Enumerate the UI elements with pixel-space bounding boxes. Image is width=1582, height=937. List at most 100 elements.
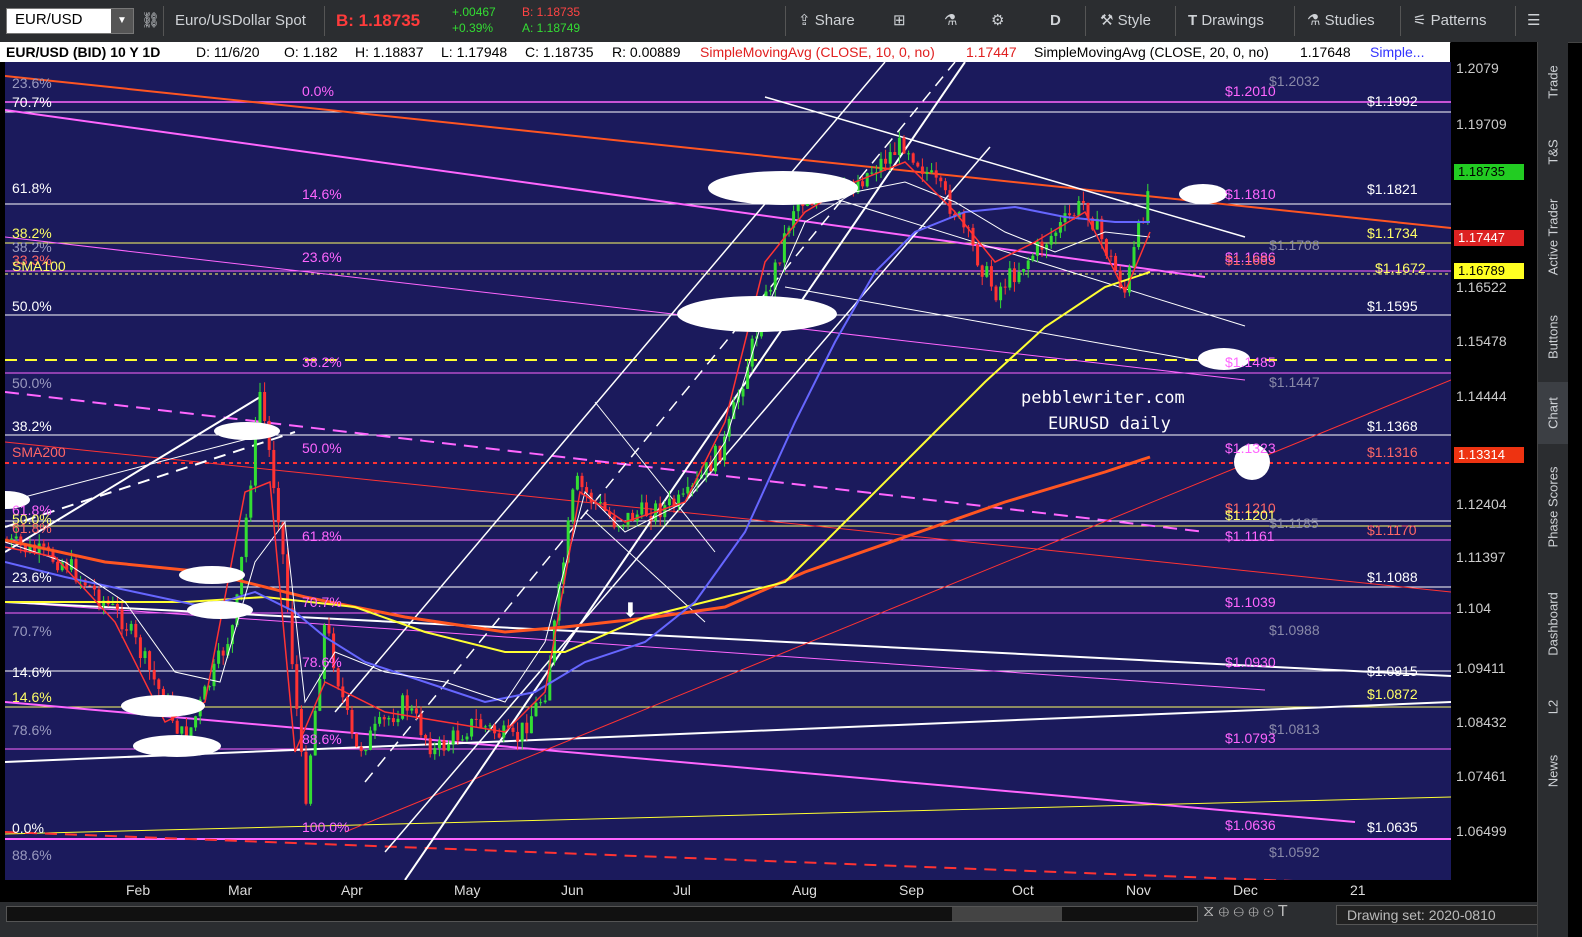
price-tick-label: 1.12404 — [1456, 496, 1507, 512]
change-value: +.00467 — [452, 5, 496, 19]
candle-body — [1100, 218, 1104, 240]
chevron-down-icon[interactable]: ▼ — [111, 9, 133, 33]
sidebar-tab-news[interactable]: News — [1538, 735, 1568, 807]
gear-icon[interactable]: ⚙ — [991, 9, 1004, 33]
sidebar-tab-buttons[interactable]: Buttons — [1538, 292, 1568, 382]
horizontal-scrollbar[interactable] — [6, 906, 1198, 922]
sma10-value: 1.17447 — [966, 44, 1017, 60]
candle-body — [888, 152, 892, 164]
price-chart[interactable]: ⬇ 23.6% 70.7% 61.8% 38.2% 38.2% 33.3% SMA100 50… — [5, 62, 1451, 880]
scrollbar-thumb[interactable] — [952, 907, 1062, 921]
highlight-ellipse[interactable] — [214, 422, 280, 440]
channel-line[interactable] — [764, 96, 1246, 238]
candle-body — [925, 172, 929, 174]
price-level-label: $1.1595 — [1367, 298, 1418, 314]
candle-body — [428, 738, 432, 755]
fib-label: 14.6% — [12, 689, 52, 705]
arrow-down-icon[interactable]: ⬇ — [622, 600, 639, 622]
sidebar-tab-phase-scores[interactable]: Phase Scores — [1538, 444, 1568, 569]
style-icon: ⚒ — [1100, 12, 1118, 29]
share-button[interactable]: ⇪ Share — [798, 9, 855, 33]
candle-body — [125, 629, 129, 631]
link-icon[interactable]: ⛓ — [141, 9, 160, 33]
candle-body — [433, 748, 437, 755]
candle-body — [405, 695, 409, 711]
candle-body — [276, 488, 280, 523]
grid-icon[interactable]: ⊞ — [893, 9, 906, 33]
flask-icon[interactable]: ⚗ — [944, 9, 957, 33]
candle-body — [769, 289, 773, 292]
sidebar-tab-label: Active Trader — [1545, 198, 1561, 276]
highlight-ellipse[interactable] — [677, 296, 837, 332]
candle-body — [520, 722, 524, 742]
fib-label: SMA100 — [12, 258, 66, 274]
channel-line[interactable] — [5, 109, 1206, 278]
candle-body — [382, 717, 386, 720]
candle-body — [437, 740, 441, 749]
chart-info-bar: EUR/USD (BID) 10 Y 1D D: 11/6/20 O: 1.18… — [0, 42, 1450, 62]
last-price-tag: 1.18735 — [1454, 164, 1524, 180]
pitchfork-line[interactable] — [364, 62, 956, 783]
trend-line[interactable] — [344, 379, 1451, 833]
candle-body — [221, 650, 225, 656]
patterns-button[interactable]: ⚟ Patterns — [1413, 9, 1487, 33]
highlight-ellipse[interactable] — [187, 601, 253, 619]
drawing-set-selector[interactable]: Drawing set: 2020-0810 — [1336, 905, 1544, 925]
candle-body — [939, 177, 943, 182]
studies-button[interactable]: ⚗ Studies — [1307, 9, 1375, 33]
fib-label: 23.6% — [12, 75, 52, 91]
candle-body — [336, 668, 340, 687]
candle-body — [488, 725, 492, 727]
zoom-controls[interactable]: ⧖ ⊕ ⊖ ⊕ ⊙ T — [1203, 903, 1288, 921]
sidebar-tab-dashboard[interactable]: Dashboard — [1538, 569, 1568, 679]
candle-body — [263, 391, 267, 421]
pitchfork-line[interactable] — [404, 62, 966, 880]
bid-price: B: 1.18735 — [336, 11, 421, 30]
channel-line[interactable] — [5, 701, 1356, 823]
period-button[interactable]: D — [1050, 9, 1061, 33]
menu-icon[interactable]: ☰ — [1527, 9, 1540, 33]
price-level-label: $1.0915 — [1367, 663, 1418, 679]
price-level-label: $1.0872 — [1367, 686, 1418, 702]
candle-body — [474, 718, 478, 720]
drawings-button[interactable]: T Drawings — [1188, 9, 1264, 33]
highlight-ellipse[interactable] — [133, 735, 221, 757]
price-tick-label: 1.07461 — [1456, 768, 1507, 784]
candle-body — [244, 517, 248, 557]
candle-body — [120, 609, 124, 630]
channel-line[interactable] — [5, 236, 1246, 381]
candle-body — [640, 502, 644, 515]
sidebar-tab-chart[interactable]: Chart — [1538, 382, 1568, 444]
candle-body — [414, 708, 418, 714]
pitchfork-line[interactable] — [334, 62, 886, 713]
candle-body — [304, 751, 308, 804]
highlight-ellipse[interactable] — [1179, 184, 1227, 204]
info-close: C: 1.18735 — [525, 44, 594, 60]
month-label: Mar — [228, 882, 253, 898]
sidebar-tab-trade[interactable]: Trade — [1538, 42, 1568, 122]
sidebar-tab-t-s[interactable]: T&S — [1538, 122, 1568, 182]
symbol-selector[interactable]: EUR/USD ▼ — [6, 8, 134, 34]
candle-body — [865, 173, 869, 187]
sidebar-tab-label: Chart — [1545, 397, 1561, 429]
price-level-label: $1.1992 — [1367, 93, 1418, 109]
style-button[interactable]: ⚒ Style — [1100, 9, 1151, 33]
candle-body — [212, 663, 216, 687]
candle-body — [456, 730, 460, 741]
candle-body — [511, 727, 515, 732]
sidebar-tab-l2[interactable]: L2 — [1538, 679, 1568, 735]
candle-body — [56, 561, 60, 571]
fib-label: 50.0% — [12, 298, 52, 314]
price-level-label: $1.0988 — [1269, 622, 1320, 638]
candle-body — [1022, 268, 1026, 272]
bid-small: B: 1.18735 — [522, 5, 581, 19]
price-level-label: $1.1039 — [1225, 594, 1276, 610]
highlight-ellipse[interactable] — [708, 171, 858, 205]
sma20-value: 1.17648 — [1300, 44, 1351, 60]
highlight-ellipse[interactable] — [179, 566, 245, 584]
sidebar-tab-active-trader[interactable]: Active Trader — [1538, 182, 1568, 292]
candle-body — [364, 750, 368, 752]
chart-canvas[interactable]: ⬇ — [5, 62, 1451, 880]
highlight-ellipse[interactable] — [121, 695, 205, 717]
candle-body — [907, 153, 911, 155]
